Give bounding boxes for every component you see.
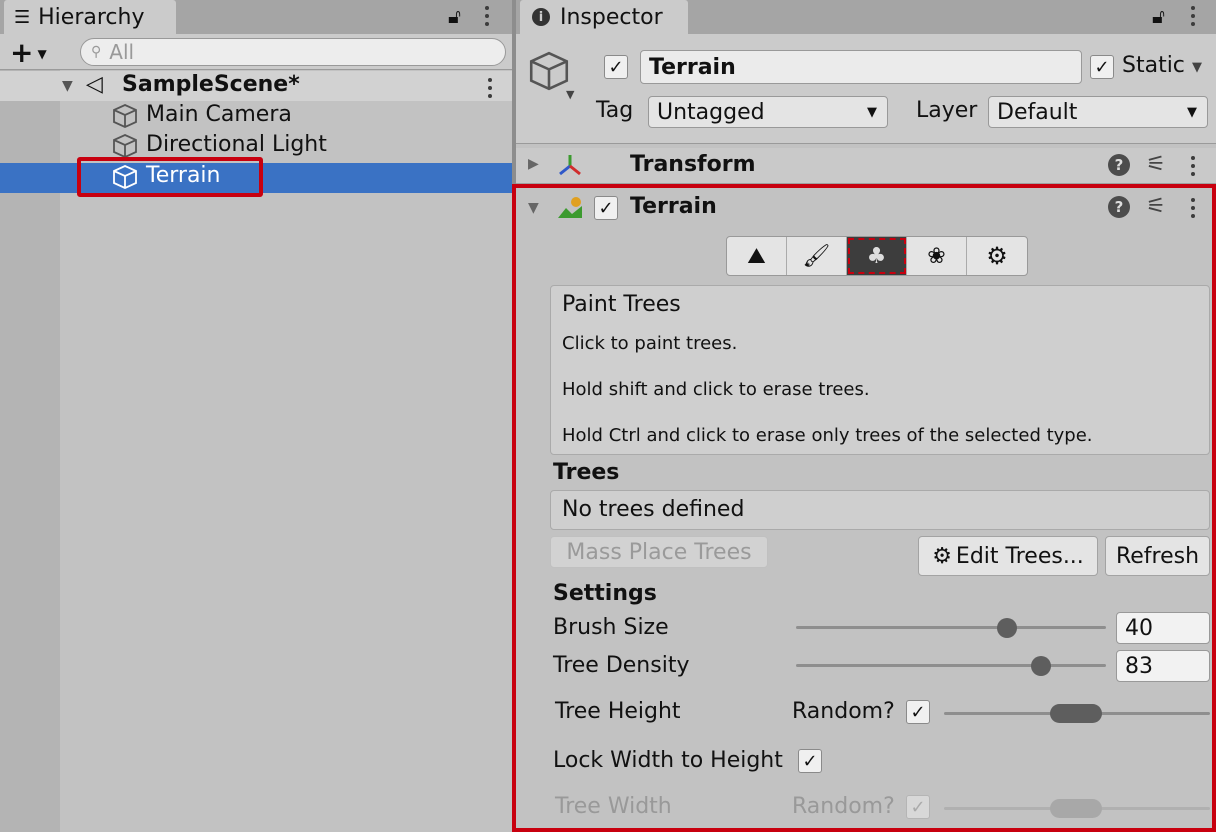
tree-width-minmax-handle <box>1050 799 1102 818</box>
help-icon[interactable]: ? <box>1108 154 1130 176</box>
tab-hierarchy[interactable]: ☰ Hierarchy <box>4 0 176 34</box>
settings-heading: Settings <box>553 581 657 606</box>
hierarchy-item-directional-light[interactable]: Directional Light <box>146 132 327 157</box>
expand-triangle-icon[interactable]: ▶ <box>528 156 539 172</box>
tree-height-label: Tree Height <box>555 699 681 724</box>
scene-expand-triangle-icon[interactable]: ▼ <box>62 78 73 94</box>
chevron-down-icon[interactable]: ▼ <box>1192 60 1202 75</box>
component-menu-icon[interactable] <box>1190 156 1196 176</box>
tree-density-slider-knob[interactable] <box>1030 656 1051 676</box>
lock-width-checkbox[interactable]: ✓ <box>798 749 822 773</box>
tree-density-field[interactable]: 83 <box>1116 650 1210 682</box>
info-icon: i <box>532 8 550 26</box>
hierarchy-item-terrain[interactable]: Terrain <box>146 163 220 188</box>
transform-title[interactable]: Transform <box>630 152 756 177</box>
component-menu-icon[interactable] <box>1190 198 1196 218</box>
layer-label: Layer <box>916 98 978 123</box>
tree-density-slider-track[interactable] <box>796 664 1106 667</box>
create-neighbor-terrain-tool-button[interactable]: ⛰ <box>727 237 787 275</box>
paint-trees-title: Paint Trees <box>562 292 681 317</box>
scene-name[interactable]: SampleScene* <box>122 72 300 97</box>
help-line: Hold shift and click to erase trees. <box>562 379 870 400</box>
chevron-down-icon[interactable]: ▼ <box>566 88 574 101</box>
chevron-down-icon: ▼ <box>37 47 47 61</box>
trees-heading: Trees <box>553 460 620 485</box>
active-checkbox[interactable]: ✓ <box>604 55 628 79</box>
terrain-tool-toolbar: ⛰ 🖌︎ ♣ ❀ ⚙ <box>726 236 1028 276</box>
chevron-down-icon: ▼ <box>867 104 877 120</box>
lock-icon[interactable]: 🔓︎ <box>1152 4 1165 28</box>
cube-icon <box>112 103 138 133</box>
preset-sliders-icon[interactable]: ⚟ <box>1146 194 1166 219</box>
hierarchy-item-main-camera[interactable]: Main Camera <box>146 102 292 127</box>
gameobject-cube-icon <box>528 50 570 96</box>
tree-height-random-checkbox[interactable]: ✓ <box>906 700 930 724</box>
lock-icon[interactable]: 🔓︎ <box>448 4 461 28</box>
edit-trees-button[interactable]: ⚙ Edit Trees... <box>918 536 1098 576</box>
tab-inspector[interactable]: i Inspector <box>520 0 688 34</box>
hierarchy-menu-icon[interactable] <box>484 6 490 26</box>
tag-label: Tag <box>596 98 634 123</box>
cube-icon <box>112 164 138 194</box>
search-icon: ⚲ <box>91 44 102 60</box>
inspector-menu-icon[interactable] <box>1190 6 1196 26</box>
unity-scene-icon: ◁ <box>86 72 103 97</box>
expand-triangle-icon[interactable]: ▼ <box>528 200 539 216</box>
brush-size-slider-track[interactable] <box>796 626 1106 629</box>
paint-terrain-tool-button[interactable]: 🖌︎ <box>787 237 847 275</box>
preset-sliders-icon[interactable]: ⚟ <box>1146 152 1166 177</box>
help-icon[interactable]: ? <box>1108 196 1130 218</box>
transform-icon <box>556 152 584 184</box>
static-label[interactable]: Static <box>1122 53 1185 78</box>
tree-density-label: Tree Density <box>553 653 690 678</box>
hierarchy-search-input[interactable]: ⚲ All <box>80 38 506 66</box>
tree-width-label: Tree Width <box>555 794 672 819</box>
help-line: Click to paint trees. <box>562 333 738 354</box>
chevron-down-icon: ▼ <box>1187 104 1197 120</box>
mass-place-trees-button[interactable]: Mass Place Trees <box>550 536 768 568</box>
hierarchy-list-icon: ☰ <box>14 6 31 28</box>
paint-trees-tool-button[interactable]: ♣ <box>847 237 907 275</box>
lock-width-label: Lock Width to Height <box>553 748 783 773</box>
tree-height-minmax-handle[interactable] <box>1050 704 1102 723</box>
tree-width-random-label: Random? <box>792 794 895 819</box>
brush-size-label: Brush Size <box>553 615 669 640</box>
terrain-enabled-checkbox[interactable]: ✓ <box>594 196 618 220</box>
static-checkbox[interactable]: ✓ <box>1090 55 1114 79</box>
tree-width-random-checkbox: ✓ <box>906 795 930 819</box>
scene-menu-icon[interactable] <box>487 78 493 98</box>
no-trees-label: No trees defined <box>562 497 745 522</box>
help-line: Hold Ctrl and click to erase only trees … <box>562 425 1093 446</box>
add-button[interactable]: + ▼ <box>10 36 47 69</box>
tree-height-random-label: Random? <box>792 699 895 724</box>
terrain-component-title[interactable]: Terrain <box>630 194 717 219</box>
refresh-button[interactable]: Refresh <box>1105 536 1210 576</box>
paint-details-tool-button[interactable]: ❀ <box>907 237 967 275</box>
gear-icon: ⚙ <box>932 543 952 569</box>
brush-size-field[interactable]: 40 <box>1116 612 1210 644</box>
brush-size-slider-knob[interactable] <box>996 618 1017 638</box>
object-name-field[interactable]: Terrain <box>640 50 1082 84</box>
terrain-settings-tool-button[interactable]: ⚙ <box>967 237 1027 275</box>
tag-dropdown[interactable]: Untagged ▼ <box>648 96 888 128</box>
layer-dropdown[interactable]: Default ▼ <box>988 96 1208 128</box>
terrain-icon <box>556 194 584 226</box>
